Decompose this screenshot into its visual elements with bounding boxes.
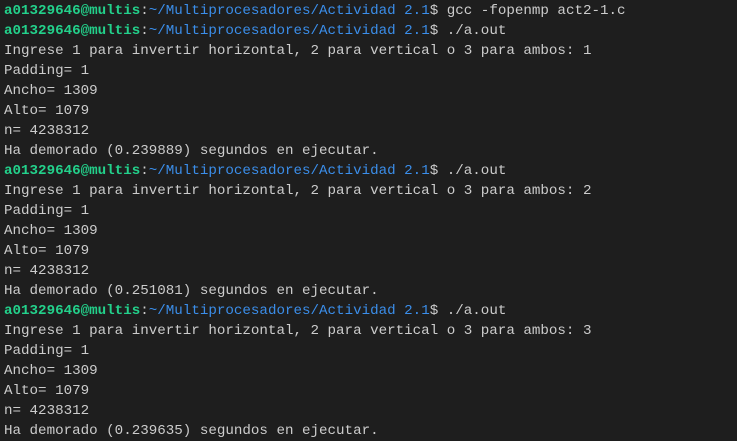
prompt-separator: : bbox=[140, 303, 149, 319]
output-line: Ancho= 1309 bbox=[4, 223, 98, 239]
prompt-symbol: $ bbox=[429, 163, 447, 179]
output-line: Ancho= 1309 bbox=[4, 363, 98, 379]
prompt-separator: : bbox=[140, 23, 149, 39]
prompt-symbol: $ bbox=[429, 3, 447, 19]
command-text: gcc -fopenmp act2-1.c bbox=[446, 3, 626, 19]
output-line: Padding= 1 bbox=[4, 203, 90, 219]
prompt-user-host: a01329646@multis bbox=[4, 23, 141, 39]
prompt-path: ~/Multiprocesadores/Actividad 2.1 bbox=[148, 23, 430, 39]
prompt-user-host: a01329646@multis bbox=[4, 163, 141, 179]
output-line: Ingrese 1 para invertir horizontal, 2 pa… bbox=[4, 323, 592, 339]
prompt-symbol: $ bbox=[429, 23, 447, 39]
prompt-line: a01329646@multis:~/Multiprocesadores/Act… bbox=[4, 301, 737, 321]
output-line: Padding= 1 bbox=[4, 343, 90, 359]
prompt-separator: : bbox=[140, 163, 149, 179]
prompt-line: a01329646@multis:~/Multiprocesadores/Act… bbox=[4, 21, 737, 41]
output-line: Ancho= 1309 bbox=[4, 83, 98, 99]
prompt-path: ~/Multiprocesadores/Actividad 2.1 bbox=[148, 303, 430, 319]
terminal-output[interactable]: a01329646@multis:~/Multiprocesadores/Act… bbox=[0, 0, 737, 441]
prompt-line: a01329646@multis:~/Multiprocesadores/Act… bbox=[4, 161, 737, 181]
output-line: n= 4238312 bbox=[4, 403, 90, 419]
command-text: ./a.out bbox=[446, 303, 507, 319]
command-text: ./a.out bbox=[446, 23, 507, 39]
prompt-separator: : bbox=[140, 3, 149, 19]
output-line: Alto= 1079 bbox=[4, 243, 90, 259]
command-text: ./a.out bbox=[446, 163, 507, 179]
prompt-path: ~/Multiprocesadores/Actividad 2.1 bbox=[148, 3, 430, 19]
prompt-symbol: $ bbox=[429, 303, 447, 319]
prompt-path: ~/Multiprocesadores/Actividad 2.1 bbox=[148, 163, 430, 179]
output-line: Ingrese 1 para invertir horizontal, 2 pa… bbox=[4, 183, 592, 199]
output-line: n= 4238312 bbox=[4, 123, 90, 139]
output-line: Padding= 1 bbox=[4, 63, 90, 79]
output-line: Ha demorado (0.251081) segundos en ejecu… bbox=[4, 283, 379, 299]
prompt-user-host: a01329646@multis bbox=[4, 3, 141, 19]
output-line: n= 4238312 bbox=[4, 263, 90, 279]
prompt-user-host: a01329646@multis bbox=[4, 303, 141, 319]
output-line: Ha demorado (0.239889) segundos en ejecu… bbox=[4, 143, 379, 159]
output-line: Ha demorado (0.239635) segundos en ejecu… bbox=[4, 423, 379, 439]
output-line: Alto= 1079 bbox=[4, 103, 90, 119]
output-line: Ingrese 1 para invertir horizontal, 2 pa… bbox=[4, 43, 592, 59]
prompt-line: a01329646@multis:~/Multiprocesadores/Act… bbox=[4, 1, 737, 21]
output-line: Alto= 1079 bbox=[4, 383, 90, 399]
